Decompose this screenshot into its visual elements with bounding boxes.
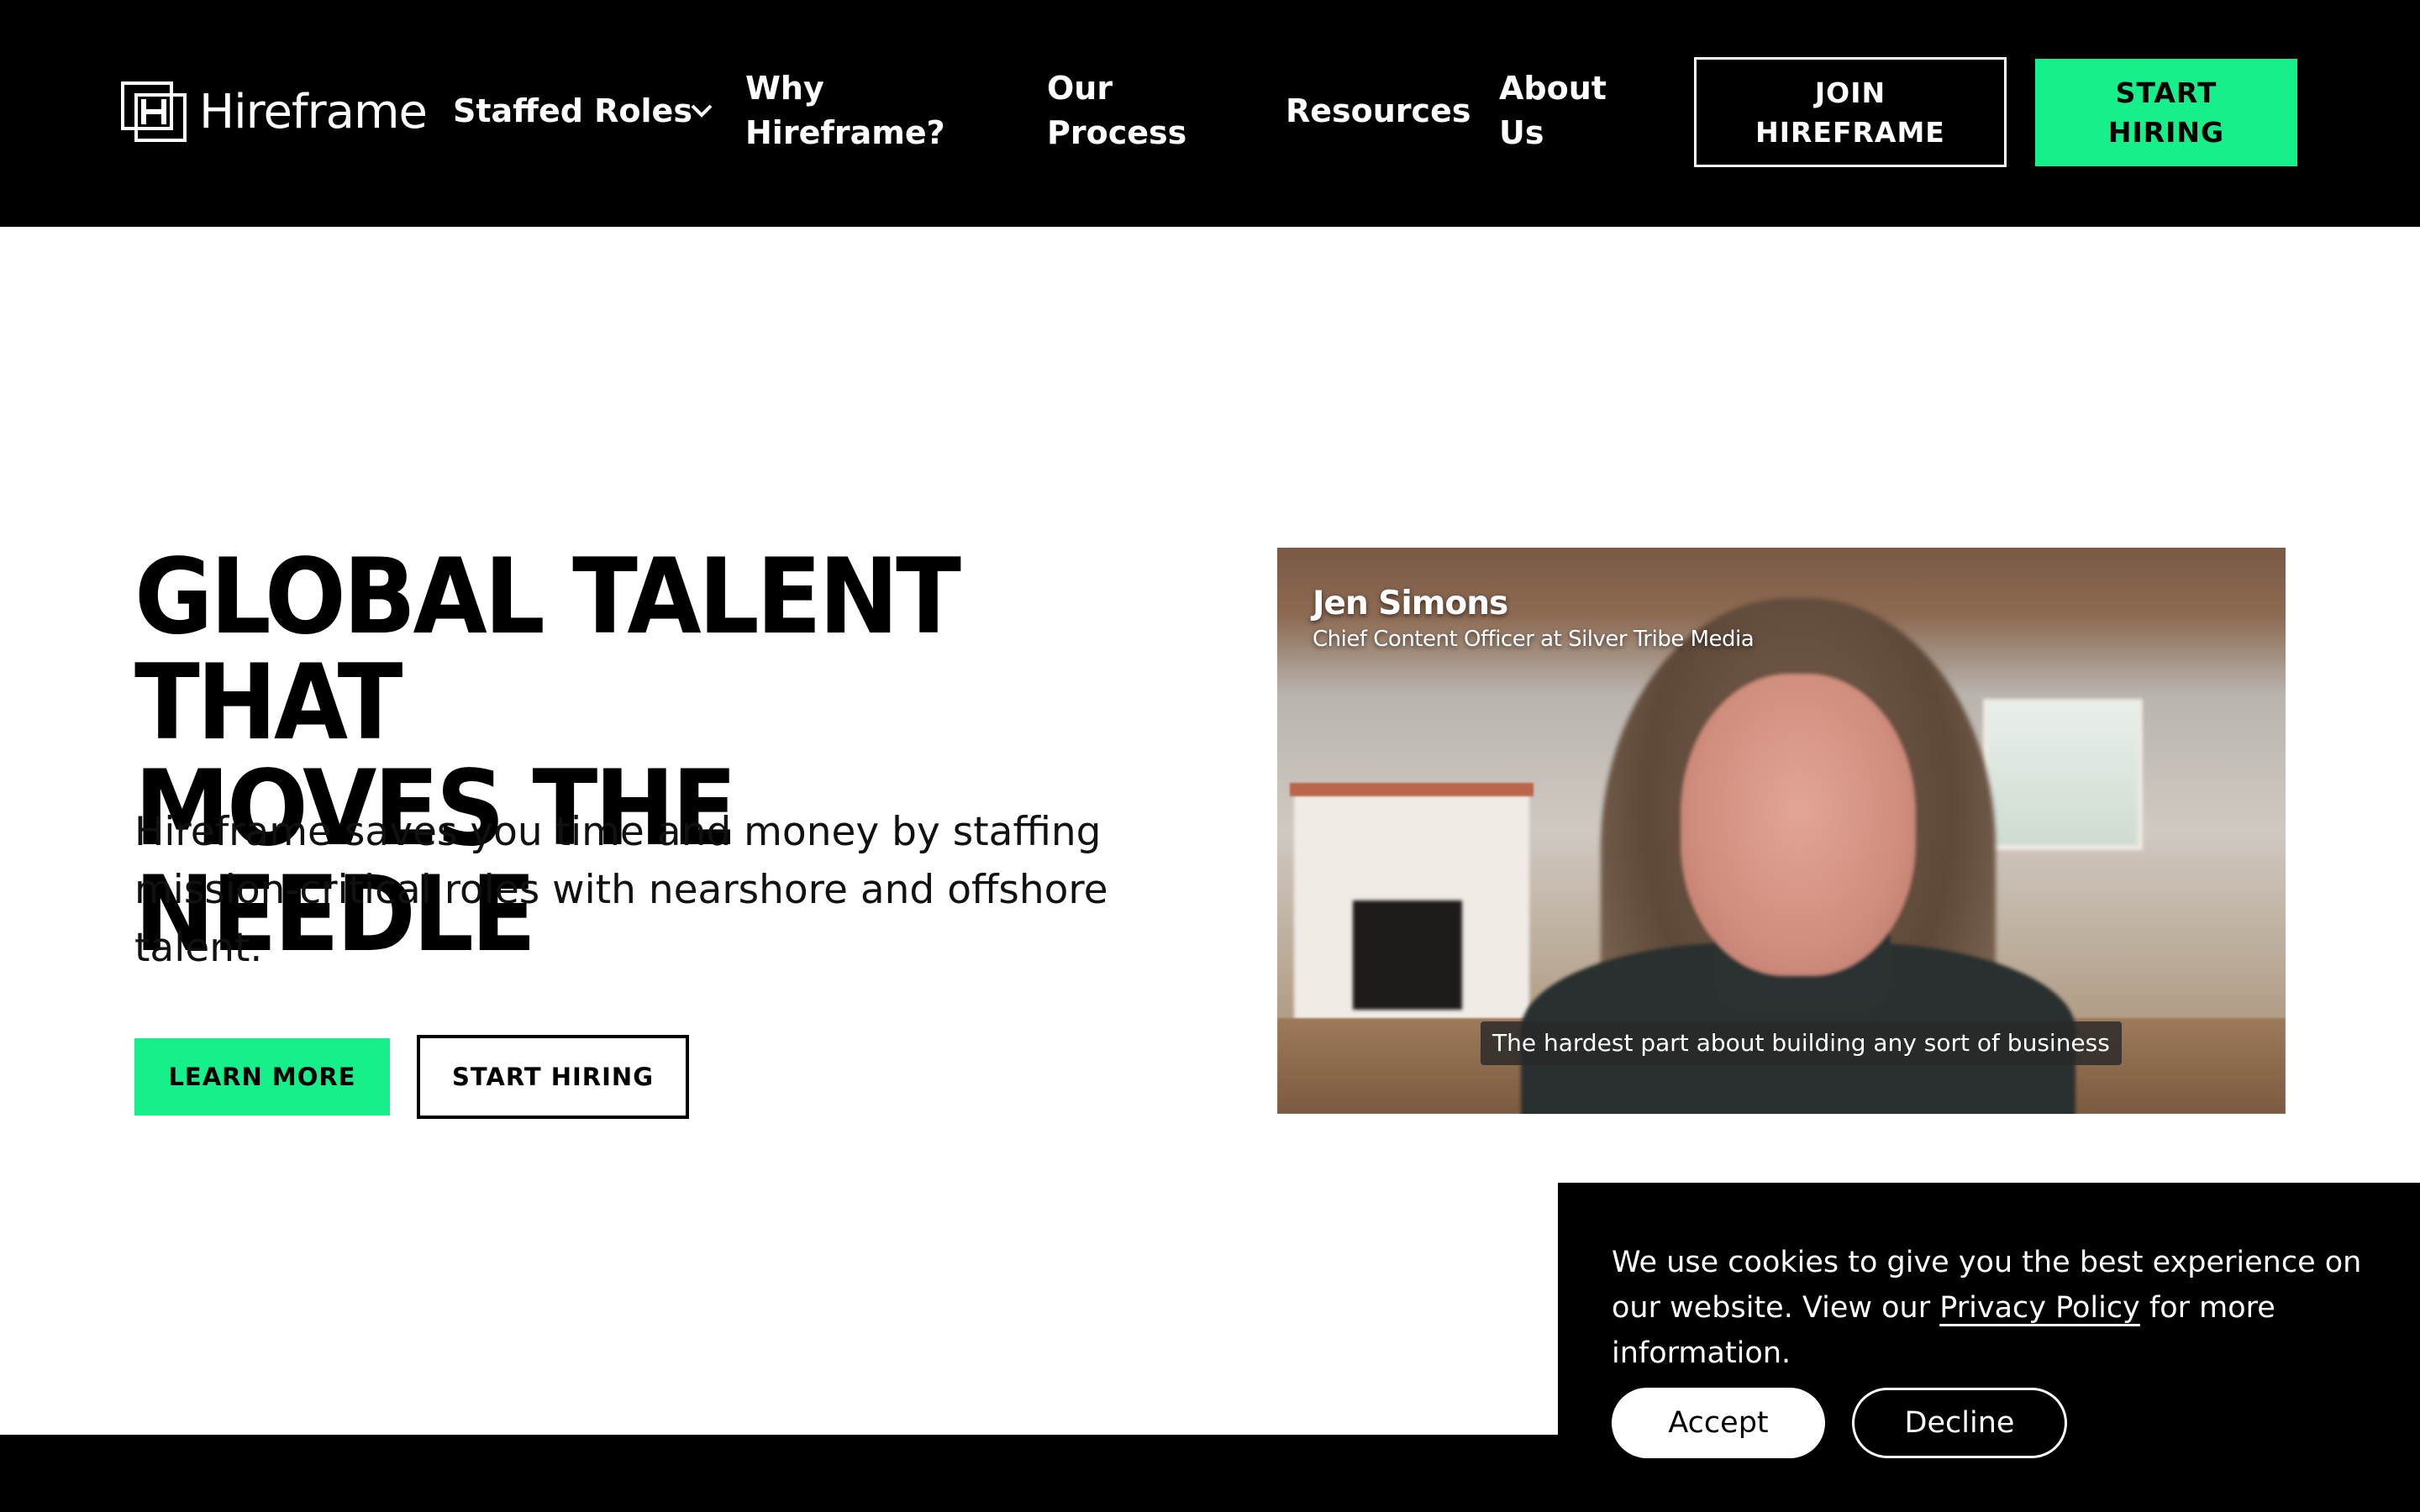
video-background-fireplace — [1353, 900, 1462, 1010]
start-hiring-nav-button[interactable]: START HIRING — [2035, 59, 2297, 166]
brand-logo[interactable]: Hireframe — [120, 81, 428, 143]
nav-our-process[interactable]: Our Process — [1047, 66, 1186, 155]
accept-cookies-button[interactable]: Accept — [1612, 1388, 1825, 1458]
button-label: START — [2115, 76, 2217, 109]
decline-cookies-button[interactable]: Decline — [1852, 1388, 2067, 1458]
nav-about-us[interactable]: About Us — [1499, 66, 1607, 155]
learn-more-button[interactable]: LEARN MORE — [134, 1038, 390, 1116]
speaker-title: Chief Content Officer at Silver Tribe Me… — [1313, 627, 1754, 652]
button-label: HIREFRAME — [1755, 115, 1945, 149]
nav-label: Resources — [1286, 92, 1471, 129]
nav-label: Staffed Roles — [453, 92, 692, 129]
brand-name: Hireframe — [199, 84, 428, 139]
nav-why-hireframe[interactable]: Why Hireframe? — [745, 66, 945, 155]
nav-label: Our — [1047, 70, 1113, 107]
nav-label: Us — [1499, 114, 1544, 151]
top-nav: Hireframe Staffed Roles Why Hireframe? O… — [0, 0, 2420, 227]
video-speaker-face — [1681, 674, 1916, 976]
nav-resources[interactable]: Resources — [1286, 89, 1470, 134]
chevron-down-icon[interactable] — [689, 102, 714, 119]
button-label: HIRING — [2107, 116, 2225, 149]
nav-label: Why — [745, 70, 824, 107]
start-hiring-button[interactable]: START HIRING — [417, 1035, 689, 1119]
testimonial-video[interactable]: Jen Simons Chief Content Officer at Silv… — [1277, 548, 2286, 1114]
video-caption: The hardest part about building any sort… — [1481, 1021, 2122, 1065]
speaker-name: Jen Simons — [1313, 585, 1508, 622]
nav-staffed-roles[interactable]: Staffed Roles — [453, 89, 692, 134]
hero-subtext: Hireframe saves you time and money by st… — [134, 809, 1108, 971]
headline-line: GLOBAL TALENT THAT — [134, 537, 961, 764]
page: Hireframe Staffed Roles Why Hireframe? O… — [0, 0, 2420, 1512]
join-hireframe-button[interactable]: JOIN HIREFRAME — [1694, 57, 2007, 167]
nav-label: Hireframe? — [745, 114, 945, 151]
privacy-policy-link[interactable]: Privacy Policy — [1939, 1291, 2140, 1325]
cookie-banner: We use cookies to give you the best expe… — [1558, 1183, 2420, 1512]
nav-label: Process — [1047, 114, 1187, 151]
button-label: JOIN — [1814, 76, 1886, 109]
cookie-message: We use cookies to give you the best expe… — [1612, 1240, 2368, 1376]
hireframe-logo-icon — [121, 81, 187, 142]
nav-label: About — [1499, 70, 1607, 107]
video-background-window — [1983, 699, 2143, 850]
video-background-mantle — [1290, 783, 1534, 796]
